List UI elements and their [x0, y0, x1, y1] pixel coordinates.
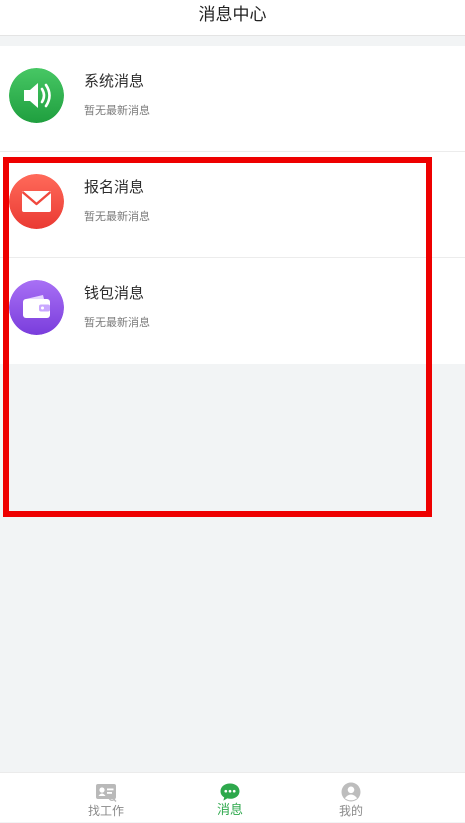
message-item-title: 报名消息: [84, 178, 145, 196]
tab-profile[interactable]: 我的: [301, 773, 401, 823]
tab-messages[interactable]: 消息: [180, 773, 280, 823]
header-bar: 消息中心: [0, 0, 465, 36]
message-item-title: 钱包消息: [84, 284, 145, 302]
job-card-icon: [95, 782, 117, 802]
chat-bubble-icon: [219, 782, 241, 802]
page-title: 消息中心: [198, 5, 267, 25]
message-item-system[interactable]: 系统消息 暂无最新消息: [0, 46, 465, 152]
message-item-wallet[interactable]: 钱包消息 暂无最新消息: [0, 258, 465, 364]
speaker-icon: [9, 68, 64, 123]
tab-label: 我的: [338, 804, 363, 818]
tab-label: 找工作: [87, 804, 124, 818]
message-item-subtitle: 暂无最新消息: [84, 104, 150, 117]
message-item-subtitle: 暂无最新消息: [84, 316, 150, 329]
message-list: 系统消息 暂无最新消息 报名消息 暂无最新消息 钱包消息 暂无最新消息: [0, 46, 465, 364]
tab-label: 消息: [216, 803, 243, 818]
tab-find-job[interactable]: 找工作: [56, 773, 156, 823]
profile-icon: [340, 782, 362, 802]
message-item-title: 系统消息: [84, 72, 145, 90]
bottom-tab-bar: 找工作 消息 我的: [0, 772, 465, 822]
message-item-signup[interactable]: 报名消息 暂无最新消息: [0, 152, 465, 258]
wallet-icon: [9, 280, 64, 335]
message-item-subtitle: 暂无最新消息: [84, 210, 150, 223]
envelope-icon: [9, 174, 64, 229]
